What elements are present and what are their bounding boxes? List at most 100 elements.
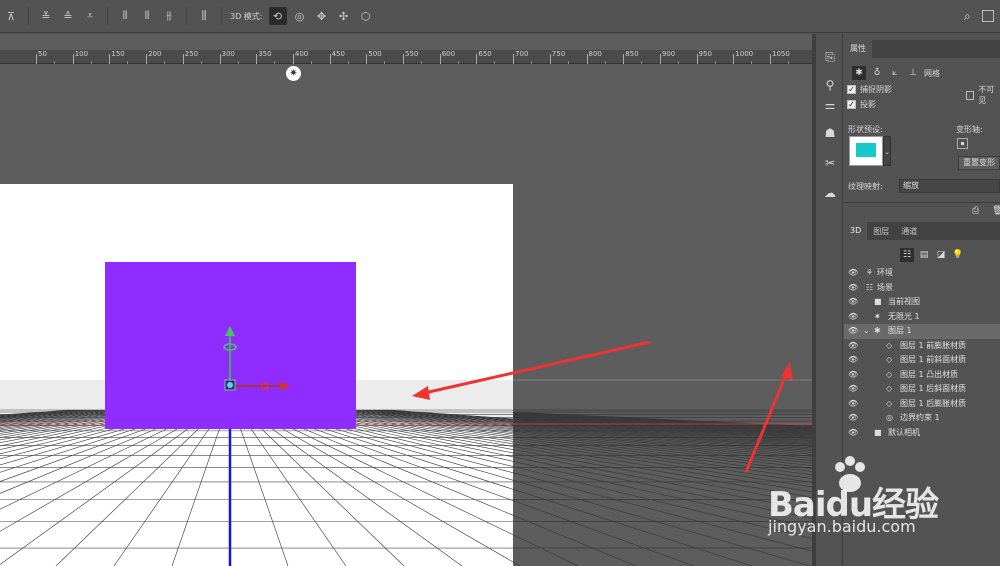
material-icon: ◇ [886, 369, 893, 379]
canvas-area[interactable]: 50 100 150 200 250 300 350 400 450 500 550 600 650 70… [0, 34, 812, 566]
list-item-label: 场景 [877, 282, 893, 292]
delete-icon[interactable]: 🗑 [992, 206, 1000, 216]
adjustments-icon[interactable]: ⚌ [821, 96, 839, 114]
brush-preset-icon[interactable]: ⚲ [821, 76, 839, 94]
eye-icon[interactable]: 👁 [848, 339, 858, 354]
eye-icon[interactable]: 👁 [848, 324, 858, 339]
mesh-icon: ✱ [874, 326, 881, 335]
deform-axis-picker[interactable]: ▪ [957, 138, 968, 149]
camera-icon: ■ [874, 297, 882, 306]
mesh-label: 网格 [924, 68, 940, 78]
libraries-icon[interactable]: ☁ [821, 184, 839, 202]
divider [221, 7, 222, 25]
distribute-vcenter-icon[interactable]: ≙ [59, 7, 77, 25]
distribute-top-icon[interactable]: ≚ [37, 7, 55, 25]
catch-shadow-label: 捕捉阴影 [860, 85, 892, 94]
eye-icon[interactable]: 👁 [848, 353, 858, 368]
tab-channels[interactable]: 通道 [895, 222, 923, 240]
align-top-icon[interactable]: ⊼ [2, 7, 20, 25]
3d-mode-label: 3D 模式: [230, 11, 263, 21]
list-item-label: 图层 1 凸出材质 [900, 369, 959, 379]
eye-icon[interactable]: 👁 [848, 295, 858, 310]
eye-icon[interactable]: 👁 [848, 411, 858, 426]
3d-filter-bar: ☷ ▤ ◪ 💡 [900, 248, 968, 262]
eye-icon[interactable]: 👁 [848, 281, 858, 296]
3d-panel-tabbar: 3D 图层 通道 [844, 222, 1000, 240]
list-item-boundary-constraint[interactable]: 👁 ◎ 边界约束 1 [844, 411, 1000, 426]
coordinates-mode-icon[interactable]: ⊥ [906, 66, 920, 80]
tool-presets-icon[interactable]: ✂ [821, 154, 839, 172]
texture-map-select[interactable]: 缩放 [899, 179, 1000, 193]
distribute-bottom-icon[interactable]: ⩡ [81, 7, 99, 25]
checkbox-mark[interactable] [966, 90, 975, 100]
ground-plane-dark [513, 379, 812, 566]
search-icon[interactable]: ⌕ [964, 9, 978, 23]
distribute-hcenter-icon[interactable]: ⦀ [138, 7, 156, 25]
list-item-infinite-light[interactable]: 👁 ✷ 无限光 1 [844, 310, 1000, 325]
list-item-scene[interactable]: 👁 ☷ 场景 [844, 281, 1000, 296]
chevron-down-icon[interactable]: ⌄ [863, 324, 870, 339]
eye-icon[interactable]: 👁 [848, 266, 858, 281]
meshes-filter-icon[interactable]: ▤ [917, 248, 931, 262]
eye-icon[interactable]: 👁 [848, 310, 858, 325]
environment-icon: ⚘ [866, 268, 874, 277]
list-item-label: 环境 [877, 268, 893, 277]
render-icon[interactable]: ⎙ [972, 206, 979, 216]
cast-shadow-checkbox[interactable]: ✓ 投影 [847, 99, 876, 110]
list-item-label: 图层 1 前斜面材质 [900, 355, 967, 364]
eye-icon[interactable]: 👁 [848, 368, 858, 383]
roll-3d-icon[interactable]: ◎ [291, 7, 309, 25]
checkbox-mark[interactable]: ✓ [847, 100, 856, 109]
reset-deform-button[interactable]: 重置变形 [958, 156, 1000, 170]
list-item-layer-1[interactable]: 👁 ⌄ ✱ 图层 1 [844, 324, 1000, 339]
mesh-mode-icon[interactable]: ✱ [852, 66, 866, 80]
tab-3d[interactable]: 3D [844, 222, 868, 240]
divider [186, 7, 187, 25]
character-style-icon[interactable]: ☗ [821, 124, 839, 142]
catch-shadow-checkbox[interactable]: ✓ 捕捉阴影 [847, 84, 892, 95]
material-icon: ◇ [886, 384, 893, 393]
orbit-3d-icon[interactable]: ⟲ [268, 7, 287, 25]
shape-preset-dropdown-icon[interactable]: ⌄ [883, 136, 891, 166]
slide-3d-icon[interactable]: ✣ [335, 7, 353, 25]
cap-mode-icon[interactable]: ⟀ [888, 66, 902, 80]
checkbox-mark[interactable]: ✓ [847, 85, 856, 94]
3d-scene-tree: 👁 ⚘ 环境 👁 ☷ 场景 👁 ■ 当前视图 👁 ✷ 无限光 1 👁 ⌄ ✱ 图… [844, 266, 1000, 440]
lights-filter-icon[interactable]: 💡 [951, 248, 965, 262]
shape-preset-label: 形状预设: [848, 125, 883, 134]
list-item-environment[interactable]: 👁 ⚘ 环境 [844, 266, 1000, 281]
material-icon: ◇ [886, 340, 893, 350]
list-item-label: 默认相机 [888, 427, 920, 437]
properties-tabbar: 属性 [844, 40, 1000, 58]
materials-filter-icon[interactable]: ◪ [934, 248, 948, 262]
drag-3d-icon[interactable]: ✥ [313, 7, 331, 25]
list-item-material[interactable]: 👁 ◇ 图层 1 后膨胀材质 [844, 397, 1000, 412]
list-item-default-camera[interactable]: 👁 ■ 默认相机 [844, 426, 1000, 441]
tab-layers[interactable]: 图层 [867, 222, 895, 240]
list-item-material[interactable]: 👁 ◇ 图层 1 后斜面材质 [844, 382, 1000, 397]
scale-3d-icon[interactable]: ⬡ [357, 7, 375, 25]
list-item-label: 边界约束 1 [900, 413, 940, 422]
workspace-icon[interactable] [982, 10, 994, 22]
list-item-current-view[interactable]: 👁 ■ 当前视图 [844, 295, 1000, 310]
deform-mode-icon[interactable]: ♁ [870, 66, 884, 80]
distribute-left-icon[interactable]: ⫴ [116, 7, 134, 25]
auto-align-icon[interactable]: ⫼ [195, 7, 213, 25]
divider [107, 7, 108, 25]
deform-axis-label: 变形轴: [956, 125, 983, 134]
properties-mode-icons: ✱ ♁ ⟀ ⊥ 网格 [852, 66, 940, 80]
shape-preset-swatch[interactable] [849, 136, 883, 166]
list-item-material[interactable]: 👁 ◇ 图层 1 凸出材质 [844, 368, 1000, 383]
invisible-checkbox[interactable]: 不可见 [966, 84, 1000, 106]
divider [28, 7, 29, 25]
eye-icon[interactable]: 👁 [848, 397, 858, 412]
list-item-material[interactable]: 👁 ◇ 图层 1 前斜面材质 [844, 353, 1000, 368]
list-item-material[interactable]: 👁 ◇ 图层 1 前膨胀材质 [844, 339, 1000, 354]
distribute-right-icon[interactable]: ⫵ [160, 7, 178, 25]
history-icon[interactable]: ⎘ [821, 48, 839, 66]
eye-icon[interactable]: 👁 [848, 382, 858, 397]
eye-icon[interactable]: 👁 [848, 426, 858, 441]
list-item-label: 无限光 1 [888, 311, 920, 321]
tab-properties[interactable]: 属性 [844, 40, 872, 58]
whole-scene-filter-icon[interactable]: ☷ [900, 248, 914, 262]
